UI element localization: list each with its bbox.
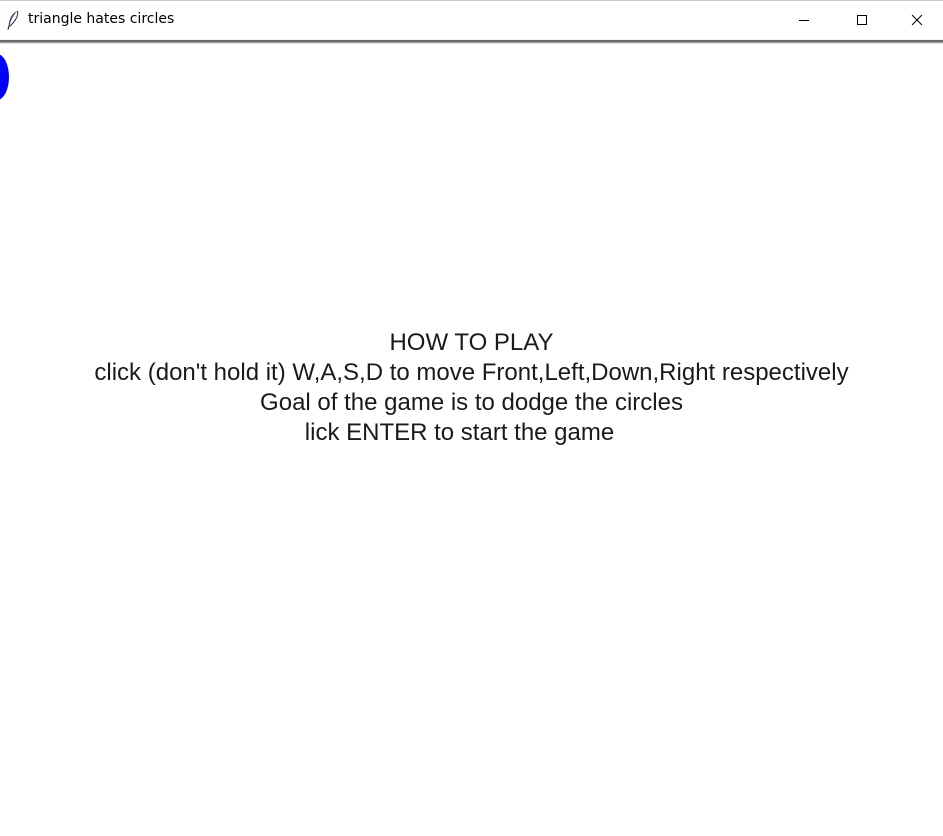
maximize-button[interactable] xyxy=(833,1,891,39)
minimize-icon xyxy=(799,20,809,21)
game-canvas[interactable]: HOW TO PLAY click (don't hold it) W,A,S,… xyxy=(0,44,943,836)
enemy-circle xyxy=(0,54,9,100)
title-bar[interactable]: triangle hates circles xyxy=(0,0,943,39)
instructions-heading: HOW TO PLAY xyxy=(389,329,554,356)
instructions-text: HOW TO PLAY click (don't hold it) W,A,S,… xyxy=(0,328,943,448)
instructions-controls: click (don't hold it) W,A,S,D to move Fr… xyxy=(94,359,849,386)
close-icon xyxy=(911,14,923,26)
instructions-start: lick ENTER to start the game xyxy=(304,419,615,446)
instructions-goal: Goal of the game is to dodge the circles xyxy=(260,389,683,416)
feather-icon xyxy=(7,10,19,30)
close-button[interactable] xyxy=(891,1,943,39)
game-window: triangle hates circles HOW TO PLAY click… xyxy=(0,0,943,836)
maximize-icon xyxy=(857,15,867,25)
minimize-button[interactable] xyxy=(775,1,833,39)
window-title: triangle hates circles xyxy=(28,11,175,27)
